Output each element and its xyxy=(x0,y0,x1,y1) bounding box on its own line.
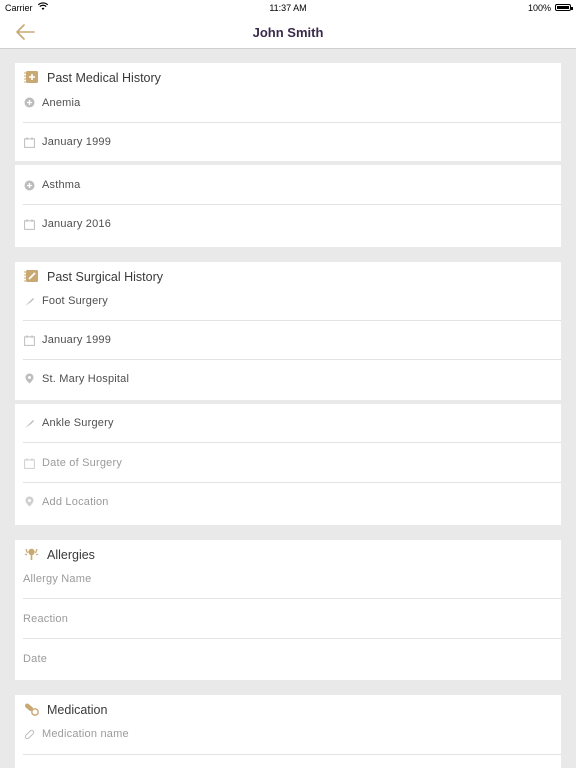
surgical-history-card: Past Surgical History Foot Surgery Janua… xyxy=(15,262,561,400)
surgical-history-card: Ankle Surgery Date of Surgery Add Locati… xyxy=(15,404,561,525)
pill-icon xyxy=(24,729,35,740)
surgery-location-input[interactable]: Add Location xyxy=(15,483,561,525)
calendar-icon xyxy=(24,335,35,346)
allergy-date-input[interactable]: Date xyxy=(15,639,561,680)
surgery-date-input[interactable]: Date of Surgery xyxy=(15,443,561,482)
section-header: Past Medical History xyxy=(15,63,561,87)
allergies-card: Allergies Allergy Name Reaction Date xyxy=(15,540,561,680)
location-pin-icon xyxy=(25,496,34,507)
section-title: Allergies xyxy=(47,548,95,562)
battery-icon xyxy=(555,4,573,11)
date-field[interactable]: January 1999 xyxy=(15,123,561,161)
pills-icon xyxy=(24,703,39,716)
date-value: January 1999 xyxy=(42,136,112,148)
surgery-date-field[interactable]: January 1999 xyxy=(15,321,561,359)
divider xyxy=(23,754,561,755)
allergy-name-input[interactable]: Allergy Name xyxy=(15,564,561,599)
allergy-name-placeholder: Allergy Name xyxy=(23,573,92,585)
medication-name-placeholder: Medication name xyxy=(42,728,129,740)
section-header: Medication xyxy=(15,695,561,719)
allergy-icon xyxy=(24,548,39,560)
surgery-name-value: Ankle Surgery xyxy=(42,417,114,429)
surgery-location-value: St. Mary Hospital xyxy=(42,373,130,385)
condition-field[interactable]: Anemia xyxy=(15,87,561,122)
location-pin-icon xyxy=(25,373,34,384)
condition-value: Asthma xyxy=(42,179,81,191)
reaction-input[interactable]: Reaction xyxy=(15,599,561,638)
calendar-icon xyxy=(24,219,35,230)
calendar-icon xyxy=(24,137,35,148)
section-title: Past Surgical History xyxy=(47,270,164,284)
surgery-date-value: January 1999 xyxy=(42,334,112,346)
scalpel-icon xyxy=(25,420,34,428)
surgery-name-value: Foot Surgery xyxy=(42,295,108,307)
medical-kit-icon xyxy=(24,71,38,83)
surgery-name-field[interactable]: Foot Surgery xyxy=(15,286,561,320)
navigation-bar: John Smith xyxy=(0,16,576,49)
surgery-name-field[interactable]: Ankle Surgery xyxy=(15,404,561,442)
date-field[interactable]: January 2016 xyxy=(15,205,561,247)
medication-card: Medication Medication name xyxy=(15,695,561,768)
medical-history-card: Asthma January 2016 xyxy=(15,165,561,247)
calendar-icon xyxy=(24,458,35,469)
surgery-icon xyxy=(24,270,38,282)
medical-history-card: Past Medical History Anemia January 1999 xyxy=(15,63,561,161)
section-header: Allergies xyxy=(15,540,561,564)
clock: 11:37 AM xyxy=(269,3,307,13)
scalpel-icon xyxy=(25,298,34,306)
condition-value: Anemia xyxy=(42,97,81,109)
status-bar: Carrier 11:37 AM 100% xyxy=(0,0,576,16)
surgery-date-placeholder: Date of Surgery xyxy=(42,457,123,469)
condition-field[interactable]: Asthma xyxy=(15,165,561,204)
allergy-date-placeholder: Date xyxy=(23,653,48,665)
medication-name-input[interactable]: Medication name xyxy=(15,719,561,754)
page-title: John Smith xyxy=(252,25,324,40)
date-value: January 2016 xyxy=(42,218,112,230)
plus-circle-icon xyxy=(24,97,35,108)
reaction-placeholder: Reaction xyxy=(23,613,69,625)
section-title: Medication xyxy=(47,703,108,717)
battery-percent: 100% xyxy=(527,3,551,13)
surgery-location-placeholder: Add Location xyxy=(42,496,109,508)
surgery-location-field[interactable]: St. Mary Hospital xyxy=(15,360,561,400)
section-header: Past Surgical History xyxy=(15,262,561,286)
plus-circle-icon xyxy=(24,180,35,191)
section-title: Past Medical History xyxy=(47,71,161,85)
